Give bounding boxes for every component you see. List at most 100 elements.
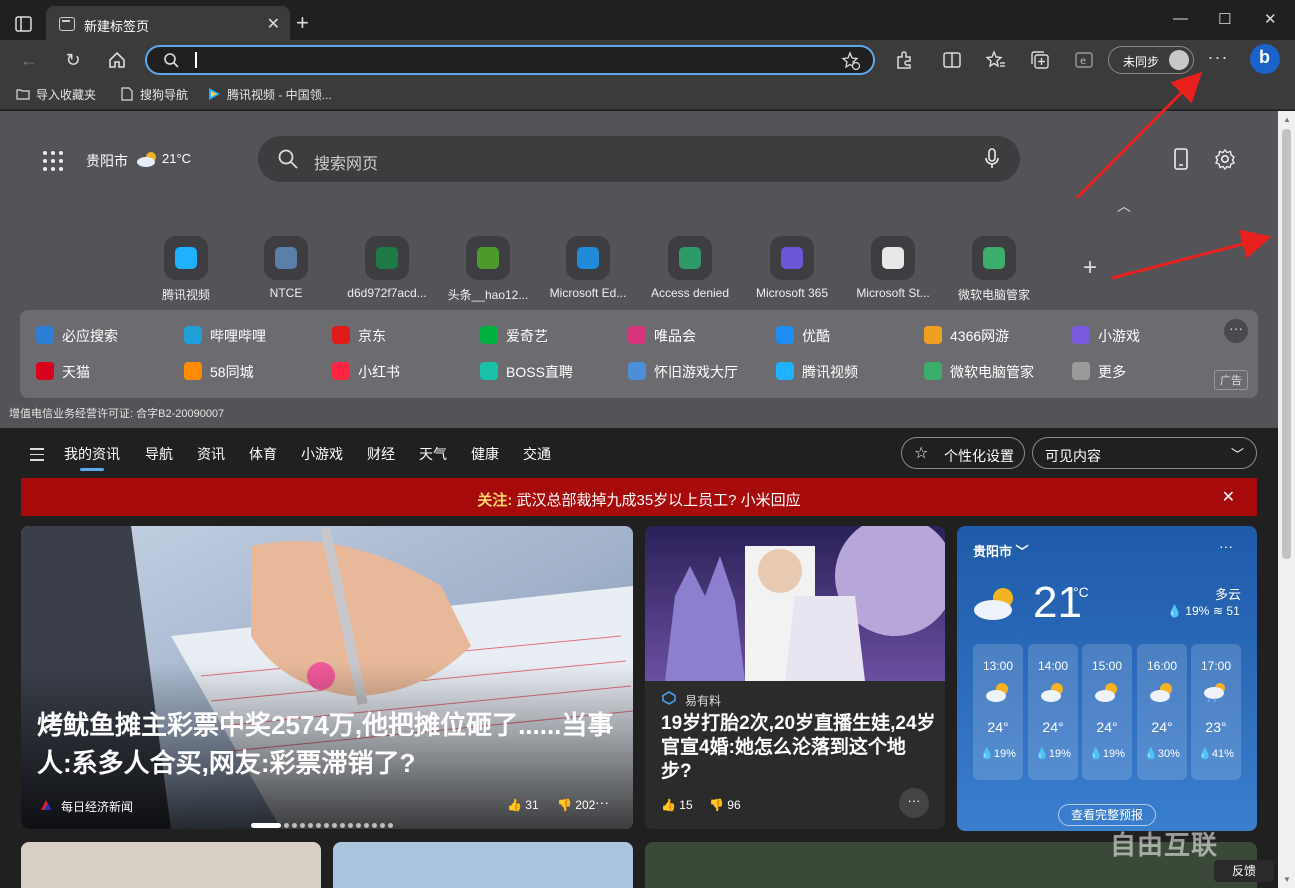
tab-sports[interactable]: 体育 bbox=[249, 444, 277, 464]
favorites-icon[interactable] bbox=[985, 49, 1007, 71]
profile-sync-button[interactable]: 未同步 bbox=[1108, 46, 1194, 74]
quick-link[interactable]: 优酷 bbox=[776, 326, 830, 346]
bing-copilot-button[interactable]: b bbox=[1250, 44, 1280, 74]
close-window-button[interactable]: ✕ bbox=[1264, 10, 1277, 28]
browser-tab[interactable]: 新建标签页 ✕ bbox=[46, 6, 290, 42]
news-source[interactable]: 每日经济新闻 bbox=[61, 798, 133, 815]
tab-finance[interactable]: 财经 bbox=[367, 444, 395, 464]
address-input[interactable] bbox=[195, 52, 197, 68]
more-options-button[interactable]: ··· bbox=[1219, 538, 1233, 554]
collections-icon[interactable] bbox=[1029, 49, 1051, 71]
top-site-tile[interactable]: 腾讯视频 bbox=[141, 236, 231, 303]
quick-link[interactable]: BOSS直聘 bbox=[480, 362, 573, 382]
quick-link[interactable]: 京东 bbox=[332, 326, 386, 346]
favorite-tencent-video[interactable]: 腾讯视频 - 中国领... bbox=[207, 86, 332, 103]
hourly-forecast[interactable]: 15:00 24° 💧19% bbox=[1082, 644, 1132, 780]
top-site-tile[interactable]: Access denied bbox=[645, 236, 735, 300]
license-text[interactable]: 增值电信业务经营许可证: 合字B2-20090007 bbox=[9, 405, 224, 421]
header-city[interactable]: 贵阳市 bbox=[86, 151, 128, 171]
new-tab-button[interactable]: + bbox=[296, 12, 309, 34]
news-card-thumbnail[interactable] bbox=[21, 842, 321, 888]
back-button[interactable]: ← bbox=[18, 49, 40, 71]
tab-news[interactable]: 资讯 bbox=[197, 444, 225, 464]
dislike-button[interactable]: 👎 96 bbox=[709, 798, 741, 812]
quick-link[interactable]: 唯品会 bbox=[628, 326, 696, 346]
hourly-forecast[interactable]: 13:00 24° 💧19% bbox=[973, 644, 1023, 780]
quick-link[interactable]: 必应搜索 bbox=[36, 326, 118, 346]
tab-health[interactable]: 健康 bbox=[471, 444, 499, 464]
home-button[interactable] bbox=[106, 49, 128, 71]
quick-link[interactable]: 怀旧游戏大厅 bbox=[628, 362, 738, 382]
add-favorite-icon[interactable] bbox=[841, 51, 861, 71]
news-headline[interactable]: 19岁打胎2次,20岁直播生娃,24岁官宣4婚:她怎么沦落到这个地步? bbox=[661, 712, 936, 784]
quick-link[interactable]: 天猫 bbox=[36, 362, 90, 382]
favorite-sogou[interactable]: 搜狗导航 bbox=[120, 86, 188, 103]
hourly-forecast[interactable]: 14:00 24° 💧19% bbox=[1028, 644, 1078, 780]
page-scrollbar[interactable]: ▲ ▼ bbox=[1278, 111, 1295, 888]
split-screen-icon[interactable] bbox=[941, 49, 963, 71]
news-source[interactable]: 易有料 bbox=[685, 692, 721, 709]
refresh-button[interactable]: ↻ bbox=[62, 49, 84, 71]
collapse-chevron-icon[interactable]: ︿ bbox=[1117, 196, 1131, 216]
top-site-tile[interactable]: d6d972f7acd... bbox=[342, 236, 432, 300]
quick-link[interactable]: 小红书 bbox=[332, 362, 400, 382]
favorite-import[interactable]: 导入收藏夹 bbox=[16, 86, 96, 103]
like-button[interactable]: 👍 15 bbox=[661, 798, 693, 812]
more-options-button[interactable]: ··· bbox=[899, 788, 929, 818]
menu-icon[interactable] bbox=[30, 448, 44, 465]
microphone-icon[interactable] bbox=[984, 148, 1000, 170]
top-site-tile[interactable]: 微软电脑管家 bbox=[949, 236, 1039, 303]
quick-link[interactable]: 58同城 bbox=[184, 362, 254, 382]
scrollbar-thumb[interactable] bbox=[1282, 129, 1291, 559]
edge-bar-icon[interactable]: e bbox=[1073, 49, 1095, 71]
hourly-forecast[interactable]: 17:00 23° 💧41% bbox=[1191, 644, 1241, 780]
top-site-tile[interactable]: Microsoft Ed... bbox=[543, 236, 633, 300]
like-button[interactable]: 👍 31 bbox=[507, 798, 539, 812]
hourly-forecast[interactable]: 16:00 24° 💧30% bbox=[1137, 644, 1187, 780]
dislike-button[interactable]: 👎 202 bbox=[557, 798, 595, 812]
tab-weather[interactable]: 天气 bbox=[419, 444, 447, 464]
top-site-tile[interactable]: NTCE bbox=[241, 236, 331, 300]
close-icon[interactable]: ✕ bbox=[1222, 487, 1235, 507]
quick-link[interactable]: 哔哩哔哩 bbox=[184, 326, 266, 346]
top-site-tile[interactable]: Microsoft St... bbox=[848, 236, 938, 300]
add-site-button[interactable]: + bbox=[1083, 254, 1097, 282]
quick-link[interactable]: 腾讯视频 bbox=[776, 362, 858, 382]
quick-link[interactable]: 4366网游 bbox=[924, 326, 1009, 346]
quick-link[interactable]: 小游戏 bbox=[1072, 326, 1140, 346]
mobile-icon[interactable] bbox=[1173, 148, 1189, 170]
apps-launcher-icon[interactable] bbox=[43, 151, 63, 171]
minimize-button[interactable]: — bbox=[1173, 10, 1188, 27]
news-card[interactable]: 易有料 19岁打胎2次,20岁直播生娃,24岁官宣4婚:她怎么沦落到这个地步? … bbox=[645, 526, 945, 829]
settings-more-button[interactable]: ··· bbox=[1207, 46, 1229, 68]
quick-link[interactable]: 爱奇艺 bbox=[480, 326, 548, 346]
tab-mini-games[interactable]: 小游戏 bbox=[301, 444, 343, 464]
full-forecast-button[interactable]: 查看完整预报 bbox=[1058, 804, 1156, 826]
extensions-icon[interactable] bbox=[893, 49, 915, 71]
scroll-down-icon[interactable]: ▼ bbox=[1283, 875, 1291, 884]
personalize-button[interactable]: ☆ 个性化设置 bbox=[901, 437, 1025, 469]
tab-traffic[interactable]: 交通 bbox=[523, 444, 551, 464]
more-options-button[interactable]: ··· bbox=[595, 794, 609, 810]
maximize-button[interactable]: ☐ bbox=[1218, 10, 1231, 28]
visible-content-dropdown[interactable]: 可见内容 ﹀ bbox=[1032, 437, 1257, 469]
tab-actions-icon[interactable] bbox=[14, 14, 34, 34]
close-tab-icon[interactable]: ✕ bbox=[267, 14, 280, 34]
carousel-indicator[interactable] bbox=[251, 817, 396, 829]
web-search-box[interactable]: 搜索网页 bbox=[258, 136, 1020, 182]
hero-news-card[interactable]: 烤鱿鱼摊主彩票中奖2574万,他把摊位砸了......当事人:系多人合买,网友:… bbox=[21, 526, 633, 829]
quick-links-more-button[interactable]: ··· bbox=[1224, 319, 1248, 343]
quick-link[interactable]: 更多 bbox=[1072, 362, 1126, 382]
top-site-tile[interactable]: Microsoft 365 bbox=[747, 236, 837, 300]
scroll-up-icon[interactable]: ▲ bbox=[1283, 115, 1291, 124]
hero-headline[interactable]: 烤鱿鱼摊主彩票中奖2574万,他把摊位砸了......当事人:系多人合买,网友:… bbox=[37, 706, 627, 782]
weather-card[interactable]: 贵阳市 ﹀ ··· 21 °C 多云 💧 19% ≋ 51 13:00 24° … bbox=[957, 526, 1257, 831]
weather-city[interactable]: 贵阳市 ﹀ bbox=[973, 541, 1029, 560]
tab-navigation[interactable]: 导航 bbox=[145, 444, 173, 464]
breaking-news-banner[interactable]: 关注: 武汉总部裁掉九成35岁以上员工? 小米回应 ✕ bbox=[21, 478, 1257, 516]
quick-link[interactable]: 微软电脑管家 bbox=[924, 362, 1034, 382]
address-bar[interactable] bbox=[145, 45, 875, 75]
tab-my-news[interactable]: 我的资讯 bbox=[64, 444, 120, 471]
news-card-thumbnail[interactable] bbox=[333, 842, 633, 888]
gear-icon[interactable] bbox=[1214, 148, 1236, 170]
